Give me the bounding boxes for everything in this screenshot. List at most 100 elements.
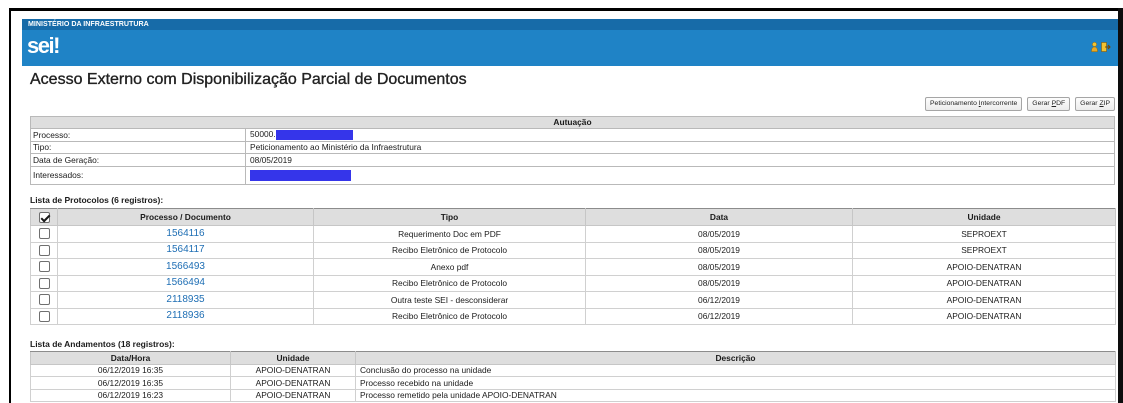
andamentos-table: Data/Hora Unidade Descrição 06/12/2019 1… <box>30 351 1116 402</box>
redacted-block <box>250 170 351 181</box>
checkbox-cell <box>30 291 58 309</box>
gerar-zip-button[interactable]: Gerar ZIP <box>1075 97 1116 111</box>
tipo-label: Tipo: <box>30 141 246 154</box>
data-geracao-row: Data de Geração: 08/05/2019 <box>30 153 1115 167</box>
button-label-end: ntercorrente <box>980 100 1018 107</box>
user-icon-graphic <box>1091 42 1098 52</box>
unidade-cell: APOIO-DENATRAN <box>852 307 1116 325</box>
document-link[interactable]: 1566494 <box>166 277 205 288</box>
column-header-unidade: Unidade <box>852 208 1116 226</box>
unidade-cell: APOIO-DENATRAN <box>852 258 1116 276</box>
select-all-cell <box>30 208 58 226</box>
app-header: MINISTÉRIO DA INFRAESTRUTURA sei! <box>22 19 1118 66</box>
table-row: 1566494 Recibo Eletrônico de Protocolo 0… <box>30 274 1116 292</box>
documento-cell: 1566493 <box>57 258 314 276</box>
documento-cell: 1564116 <box>57 225 314 243</box>
table-row: 2118936 Recibo Eletrônico de Protocolo 0… <box>30 307 1116 325</box>
exit-icon[interactable] <box>1101 42 1111 52</box>
interessados-value-cell <box>245 166 1115 185</box>
tipo-cell: Recibo Eletrônico de Protocolo <box>313 241 586 259</box>
checkbox-cell <box>30 225 58 243</box>
autuacao-title: Autuação <box>30 116 1115 129</box>
window-frame-left <box>9 8 11 403</box>
column-header-unidade: Unidade <box>230 351 356 365</box>
tipo-cell: Anexo pdf <box>313 258 586 276</box>
tipo-cell: Outra teste SEI - desconsiderar <box>313 291 586 309</box>
row-checkbox[interactable] <box>38 261 50 273</box>
row-checkbox[interactable] <box>38 294 50 306</box>
interessados-row: Interessados: <box>30 166 1115 185</box>
tipo-cell: Requerimento Doc em PDF <box>313 225 586 243</box>
data-geracao-label: Data de Geração: <box>30 153 246 167</box>
protocolos-table: Processo / Documento Tipo Data Unidade 1… <box>30 208 1116 325</box>
data-hora-cell: 06/12/2019 16:35 <box>30 376 231 390</box>
data-hora-cell: 06/12/2019 16:23 <box>30 388 231 402</box>
row-checkbox[interactable] <box>38 310 50 322</box>
column-header-tipo: Tipo <box>313 208 586 226</box>
select-all-checkbox[interactable] <box>38 211 50 223</box>
gerar-pdf-button[interactable]: Gerar PDF <box>1027 97 1071 111</box>
autuacao-header-row: Autuação <box>30 116 1115 129</box>
processo-label: Processo: <box>30 128 246 142</box>
org-name-bar: MINISTÉRIO DA INFRAESTRUTURA <box>22 19 1118 30</box>
column-header-data-hora: Data/Hora <box>30 351 231 365</box>
data-cell: 08/05/2019 <box>585 258 853 276</box>
tipo-cell: Recibo Eletrônico de Protocolo <box>313 274 586 292</box>
peticionamento-intercorrente-button[interactable]: Peticionamento Intercorrente <box>925 97 1023 111</box>
andamentos-caption: Lista de Andamentos (18 registros): <box>30 339 175 349</box>
sei-logo[interactable]: sei! <box>27 33 60 59</box>
autuacao-table: Autuação Processo: 50000. Tipo: Peticion… <box>30 116 1115 185</box>
document-link[interactable]: 2118935 <box>166 294 204 305</box>
tipo-cell: Recibo Eletrônico de Protocolo <box>313 307 586 325</box>
document-link[interactable]: 1564117 <box>166 244 204 255</box>
protocolos-caption: Lista de Protocolos (6 registros): <box>30 195 164 205</box>
document-link[interactable]: 1564116 <box>166 228 204 239</box>
interessados-label: Interessados: <box>30 166 246 185</box>
unidade-cell: APOIO-DENATRAN <box>852 274 1116 292</box>
row-checkbox[interactable] <box>38 277 50 289</box>
unidade-cell: APOIO-DENATRAN <box>230 376 356 390</box>
column-header-data: Data <box>585 208 853 226</box>
checkbox-cell <box>30 307 58 325</box>
checkbox-cell <box>30 274 58 292</box>
table-row: 06/12/2019 16:23 APOIO-DENATRAN Processo… <box>30 388 1116 402</box>
user-icon[interactable] <box>1091 42 1098 52</box>
protocolos-header-row: Processo / Documento Tipo Data Unidade <box>30 208 1116 226</box>
processo-value-cell: 50000. <box>245 128 1115 142</box>
data-cell: 08/05/2019 <box>585 274 853 292</box>
redacted-block <box>275 130 353 140</box>
button-label-start: Gerar <box>1080 100 1100 107</box>
system-bar: sei! <box>22 30 1118 66</box>
data-geracao-value: 08/05/2019 <box>245 153 1115 167</box>
row-checkbox[interactable] <box>38 228 50 240</box>
row-checkbox[interactable] <box>38 244 50 256</box>
checkbox-cell <box>30 241 58 259</box>
processo-row: Processo: 50000. <box>30 128 1115 142</box>
window-frame-right <box>1118 8 1123 403</box>
descricao-cell: Processo remetido pela unidade APOIO-DEN… <box>355 388 1116 402</box>
column-header-documento: Processo / Documento <box>57 208 314 226</box>
column-header-descricao: Descrição <box>355 351 1116 365</box>
tipo-value: Peticionamento ao Ministério da Infraest… <box>245 141 1115 154</box>
data-cell: 06/12/2019 <box>585 307 853 325</box>
tipo-row: Tipo: Peticionamento ao Ministério da In… <box>30 141 1115 154</box>
data-cell: 08/05/2019 <box>585 225 853 243</box>
button-label-end: DF <box>1056 100 1066 107</box>
documento-cell: 2118936 <box>57 307 314 325</box>
data-cell: 06/12/2019 <box>585 291 853 309</box>
button-label-start: Gerar <box>1032 100 1052 107</box>
button-label-start: Peticionamento <box>930 100 979 107</box>
table-row: 1564117 Recibo Eletrônico de Protocolo 0… <box>30 241 1116 259</box>
documento-cell: 1564117 <box>57 241 314 259</box>
table-row: 06/12/2019 16:35 APOIO-DENATRAN Processo… <box>30 376 1116 390</box>
processo-value: 50000. <box>250 129 276 140</box>
org-name: MINISTÉRIO DA INFRAESTRUTURA <box>28 20 149 28</box>
unidade-cell: APOIO-DENATRAN <box>230 388 356 402</box>
document-link[interactable]: 2118936 <box>166 310 204 321</box>
data-hora-cell: 06/12/2019 16:35 <box>30 363 231 378</box>
documento-cell: 2118935 <box>57 291 314 309</box>
unidade-cell: SEPROEXT <box>852 225 1116 243</box>
checkbox-cell <box>30 258 58 276</box>
document-link[interactable]: 1566493 <box>166 261 205 272</box>
descricao-cell: Processo recebido na unidade <box>355 376 1116 390</box>
